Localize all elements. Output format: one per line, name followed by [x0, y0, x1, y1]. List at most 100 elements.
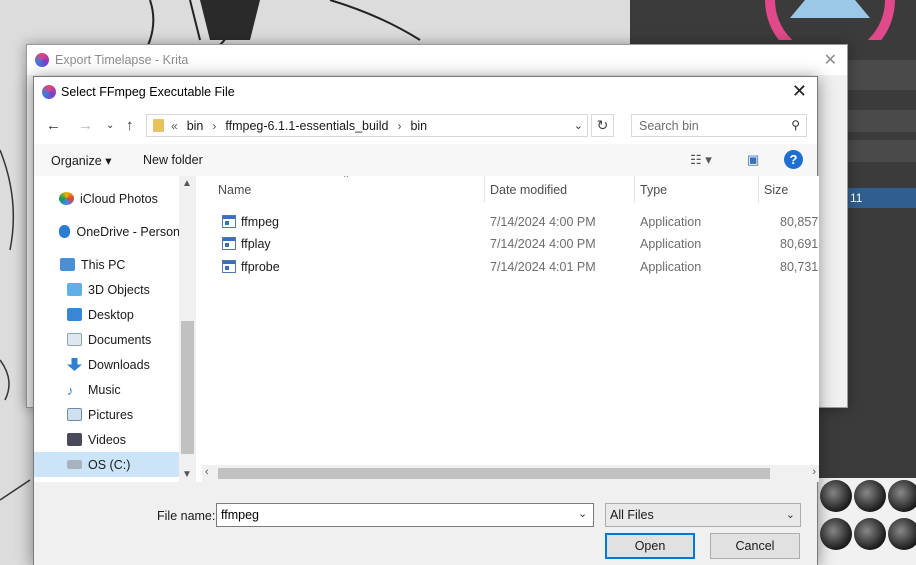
- sidebar-item-videos[interactable]: Videos: [34, 427, 180, 452]
- color-selector: [765, 0, 895, 40]
- scroll-up-icon[interactable]: ▲: [182, 178, 192, 189]
- icloud-photos-icon: [59, 192, 74, 205]
- file-size: 80,857: [780, 215, 819, 229]
- preview-pane-icon[interactable]: ▣: [747, 152, 759, 168]
- column-header-size[interactable]: Size: [764, 183, 788, 197]
- scroll-right-icon[interactable]: ›: [812, 466, 816, 478]
- sidebar-item-label: Pictures: [88, 407, 134, 422]
- sidebar-item-this-pc[interactable]: This PC: [34, 252, 180, 277]
- onedrive-icon: [59, 225, 71, 238]
- refresh-icon[interactable]: ↻: [591, 114, 614, 137]
- krita-logo-icon: [35, 53, 49, 67]
- dialog-title-bar: Select FFmpeg Executable File ✕: [34, 77, 817, 108]
- sidebar-item-label: Downloads: [88, 357, 150, 372]
- nav-scroll-thumb[interactable]: [181, 321, 194, 454]
- file-row[interactable]: ffplay 7/14/2024 4:00 PM Application 80,…: [202, 233, 819, 255]
- sidebar-item-documents[interactable]: Documents: [34, 327, 180, 352]
- sidebar-item-label: This PC: [81, 257, 126, 272]
- scroll-down-icon[interactable]: ▼: [182, 469, 192, 480]
- sidebar-item-pictures[interactable]: Pictures: [34, 402, 180, 427]
- view-options-icon[interactable]: ☷ ▾: [690, 152, 712, 168]
- breadcrumb-item[interactable]: bin: [410, 119, 427, 133]
- file-type: Application: [640, 260, 702, 274]
- sidebar-item-label: Music: [88, 382, 121, 397]
- breadcrumb-item[interactable]: ffmpeg-6.1.1-essentials_build: [225, 119, 388, 133]
- this-pc-icon: [60, 258, 75, 271]
- file-name-dropdown-icon[interactable]: ⌄: [578, 507, 587, 520]
- help-icon[interactable]: ?: [784, 150, 803, 169]
- file-row[interactable]: ffmpeg 7/14/2024 4:00 PM Application 80,…: [202, 211, 819, 233]
- breadcrumb-item[interactable]: bin: [187, 119, 204, 133]
- sort-ascending-icon: ⌃: [342, 176, 351, 185]
- column-header-type[interactable]: Type: [640, 183, 667, 197]
- export-close-icon[interactable]: ✕: [824, 50, 837, 70]
- address-dropdown-icon[interactable]: ⌄: [574, 119, 583, 132]
- scroll-left-icon[interactable]: ‹: [205, 466, 209, 478]
- forward-arrow-icon[interactable]: →: [78, 117, 93, 134]
- sidebar-item-downloads[interactable]: Downloads: [34, 352, 180, 377]
- file-size: 80,691: [780, 237, 819, 251]
- sidebar-item-desktop[interactable]: Desktop: [34, 302, 180, 327]
- dialog-toolbar: Organize ▾ New folder ☷ ▾ ▣ ?: [34, 144, 817, 176]
- search-placeholder: Search bin: [639, 119, 699, 133]
- krita-logo-icon: [42, 85, 56, 99]
- file-type: Application: [640, 237, 702, 251]
- file-dialog: Select FFmpeg Executable File ✕ ← → ⌄ ↑ …: [33, 76, 819, 565]
- sidebar-item-onedrive[interactable]: OneDrive - Person: [34, 219, 180, 244]
- sidebar-item-music[interactable]: ♪ Music: [34, 377, 180, 402]
- folder-icon: [153, 119, 164, 132]
- nav-scrollbar[interactable]: ▲ ▼: [179, 176, 196, 482]
- desktop-icon: [67, 308, 82, 321]
- organize-button[interactable]: Organize ▾: [51, 153, 111, 168]
- panel-label: 11: [846, 188, 916, 208]
- file-type-select[interactable]: All Files ⌄: [605, 503, 801, 527]
- application-icon: [222, 237, 236, 250]
- file-name: ffmpeg: [241, 215, 279, 229]
- navigation-bar: ← → ⌄ ↑ « bin › ffmpeg-6.1.1-essentials_…: [34, 108, 817, 144]
- application-icon: [222, 215, 236, 228]
- organize-label: Organize: [51, 154, 102, 168]
- breadcrumb-separator-icon[interactable]: ›: [397, 119, 401, 133]
- search-input[interactable]: Search bin ⚲: [631, 114, 807, 137]
- 3d-objects-icon: [67, 283, 82, 296]
- sidebar-item-label: Documents: [88, 332, 152, 347]
- up-arrow-icon[interactable]: ↑: [126, 117, 134, 134]
- file-name-input[interactable]: [216, 503, 594, 527]
- export-title-bar: Export Timelapse - Krita ✕: [27, 45, 847, 75]
- brush-presets: [818, 478, 916, 565]
- file-name: ffplay: [241, 237, 271, 251]
- drive-icon: [67, 460, 82, 469]
- sidebar-item-3d-objects[interactable]: 3D Objects: [34, 277, 180, 302]
- music-icon: ♪: [67, 383, 74, 398]
- close-icon[interactable]: ✕: [792, 81, 807, 102]
- horizontal-scroll-thumb[interactable]: [218, 468, 770, 479]
- breadcrumb-separator-icon[interactable]: ›: [212, 119, 216, 133]
- search-icon: ⚲: [791, 118, 800, 132]
- export-window-title: Export Timelapse - Krita: [55, 53, 189, 67]
- column-header-name[interactable]: Name: [218, 183, 251, 197]
- file-name: ffprobe: [241, 260, 280, 274]
- address-bar[interactable]: « bin › ffmpeg-6.1.1-essentials_build › …: [146, 114, 588, 137]
- sidebar-item-label: Desktop: [88, 307, 134, 322]
- open-button[interactable]: Open: [605, 533, 695, 559]
- pictures-icon: [67, 408, 82, 421]
- breadcrumb: « bin › ffmpeg-6.1.1-essentials_build › …: [171, 119, 427, 133]
- recent-locations-chevron-icon[interactable]: ⌄: [106, 120, 114, 131]
- horizontal-scrollbar[interactable]: ‹ ›: [202, 465, 819, 482]
- dialog-title: Select FFmpeg Executable File: [61, 85, 235, 99]
- back-arrow-icon[interactable]: ←: [46, 117, 61, 134]
- file-name-label: File name:: [157, 509, 216, 523]
- videos-icon: [67, 433, 82, 446]
- file-row[interactable]: ffprobe 7/14/2024 4:01 PM Application 80…: [202, 256, 819, 278]
- file-size: 80,731: [780, 260, 819, 274]
- sidebar-item-label: OS (C:): [88, 457, 131, 472]
- breadcrumb-overflow[interactable]: «: [171, 119, 178, 133]
- new-folder-button[interactable]: New folder: [143, 153, 203, 167]
- sidebar-item-label: Videos: [88, 432, 126, 447]
- downloads-icon: [67, 358, 82, 371]
- cancel-button[interactable]: Cancel: [710, 533, 800, 559]
- column-header-date-modified[interactable]: Date modified: [490, 183, 567, 197]
- sidebar-item-os-c[interactable]: OS (C:): [34, 452, 180, 477]
- sidebar-item-icloud-photos[interactable]: iCloud Photos: [34, 186, 180, 211]
- file-type: Application: [640, 215, 702, 229]
